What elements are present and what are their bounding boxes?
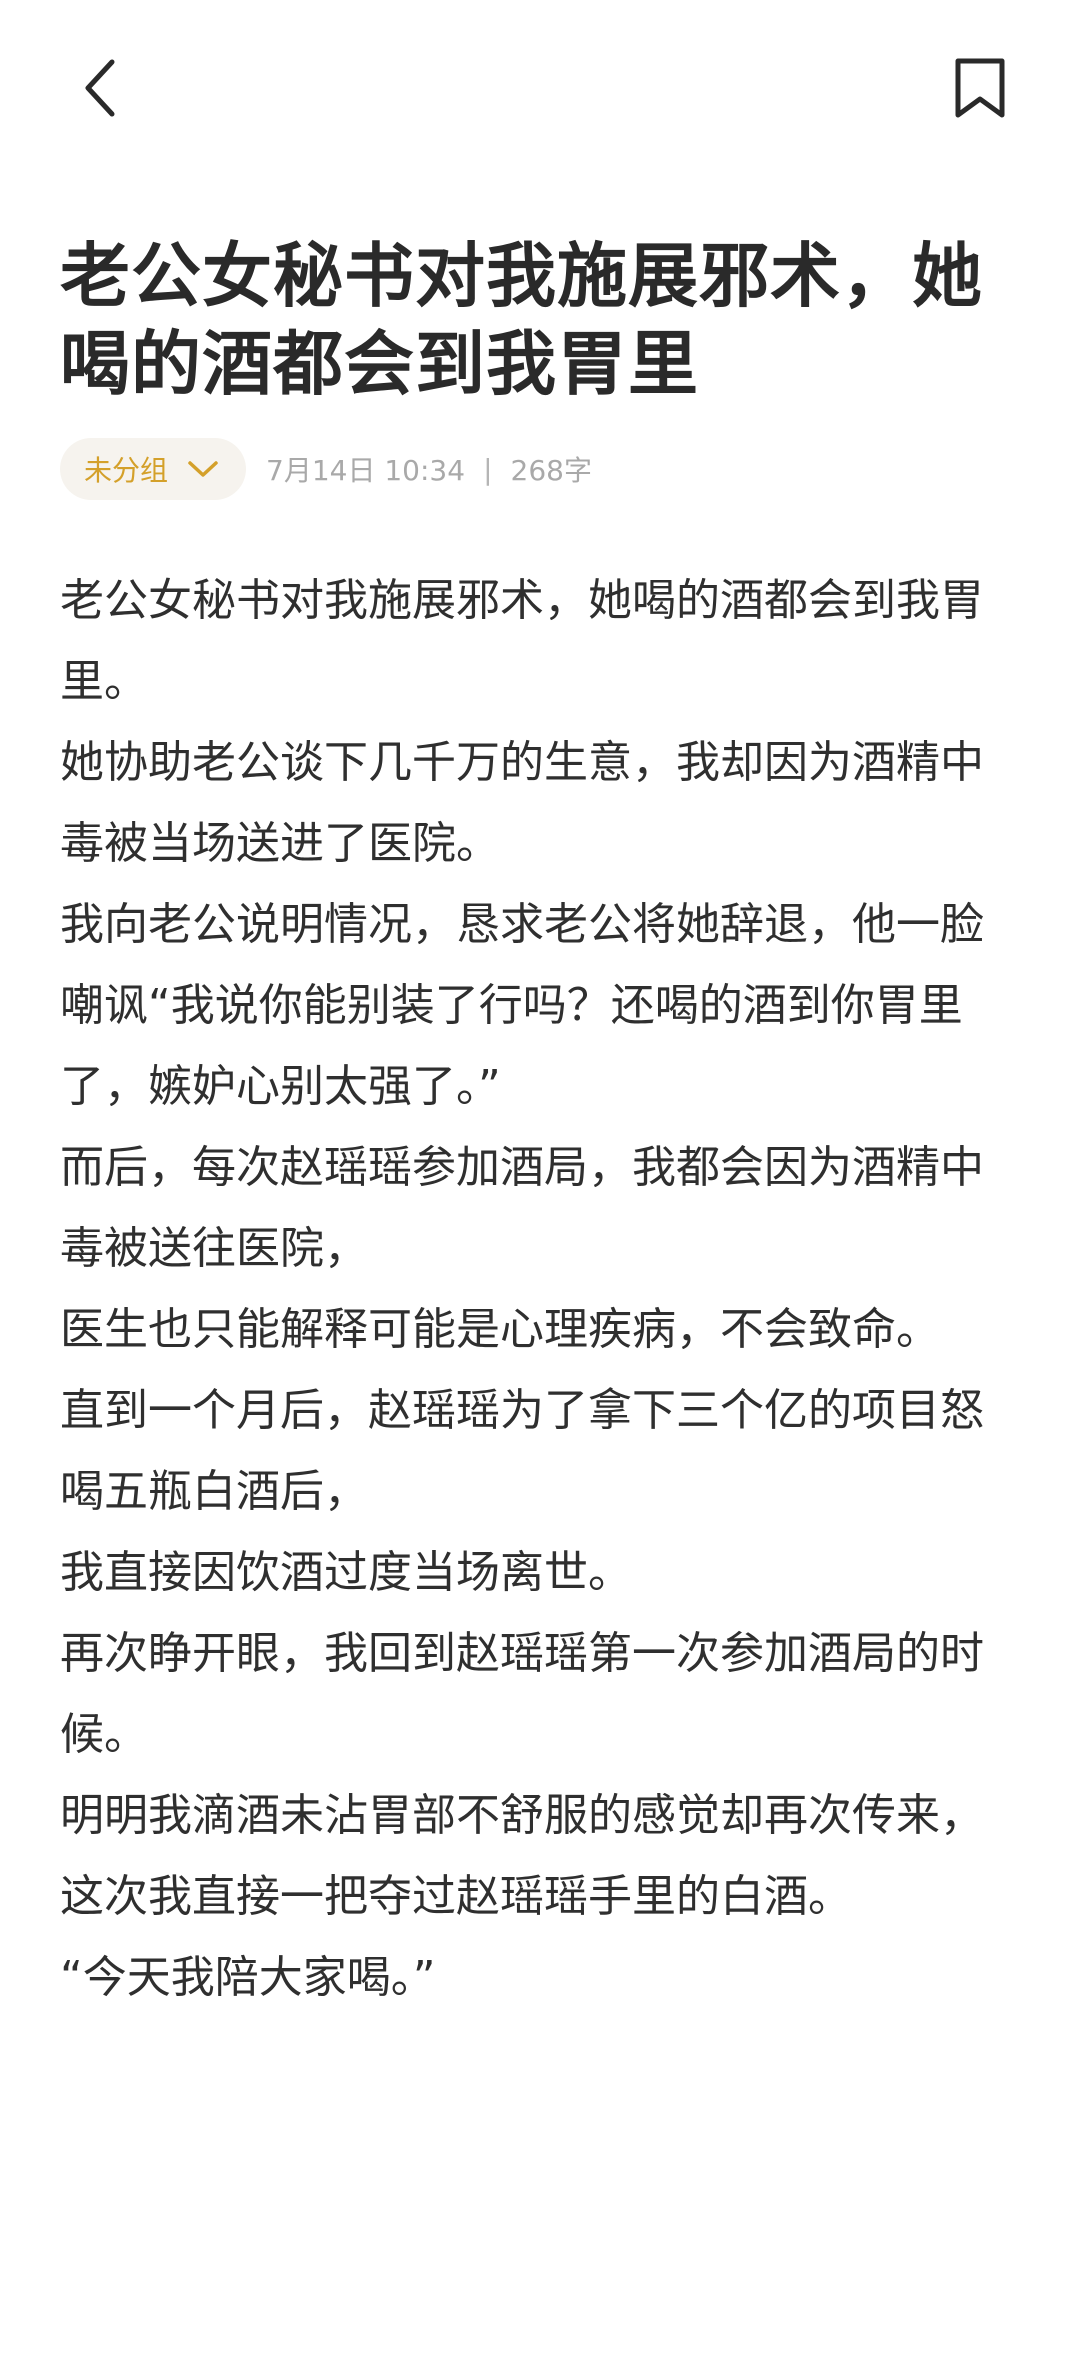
paragraph: 再次睁开眼，我回到赵瑶瑶第一次参加酒局的时候。	[60, 1628, 984, 1760]
bookmark-button[interactable]	[935, 50, 1025, 130]
chevron-down-icon	[186, 459, 220, 479]
meta-separator: |	[483, 452, 493, 486]
paragraph: 我直接因饮酒过度当场离世。	[60, 1547, 632, 1598]
paragraph: 老公女秘书对我施展邪术，她喝的酒都会到我胃里。	[60, 575, 984, 707]
paragraph: 直到一个月后，赵瑶瑶为了拿下三个亿的项目怒喝五瓶白酒后，	[60, 1385, 984, 1517]
paragraph: 而后，每次赵瑶瑶参加酒局，我都会因为酒精中毒被送往医院，	[60, 1142, 984, 1274]
paragraph: “今天我陪大家喝。”	[60, 1952, 436, 2003]
top-bar	[0, 0, 1080, 180]
note-meta: 未分组 7月14日 10:34 | 268字	[60, 438, 592, 500]
word-count: 268字	[510, 454, 592, 487]
note-body[interactable]: 老公女秘书对我施展邪术，她喝的酒都会到我胃里。 她协助老公谈下几千万的生意，我却…	[60, 560, 1022, 2018]
back-button[interactable]	[60, 50, 140, 130]
paragraph: 明明我滴酒未沾胃部不舒服的感觉却再次传来，这次我直接一把夺过赵瑶瑶手里的白酒。	[60, 1790, 984, 1922]
paragraph: 医生也只能解释可能是心理疾病，不会致命。	[60, 1304, 940, 1355]
bookmark-icon	[952, 55, 1008, 125]
chevron-left-icon	[80, 56, 120, 124]
meta-info: 7月14日 10:34 | 268字	[266, 449, 592, 489]
paragraph: 她协助老公谈下几千万的生意，我却因为酒精中毒被当场送进了医院。	[60, 737, 984, 869]
note-date: 7月14日 10:34	[266, 454, 466, 487]
group-label: 未分组	[84, 454, 169, 487]
group-selector[interactable]: 未分组	[60, 438, 247, 500]
paragraph: 我向老公说明情况，恳求老公将她辞退，他一脸嘲讽“我说你能别装了行吗？还喝的酒到你…	[60, 899, 984, 1112]
note-title: 老公女秘书对我施展邪术，她喝的酒都会到我胃里	[60, 235, 983, 405]
